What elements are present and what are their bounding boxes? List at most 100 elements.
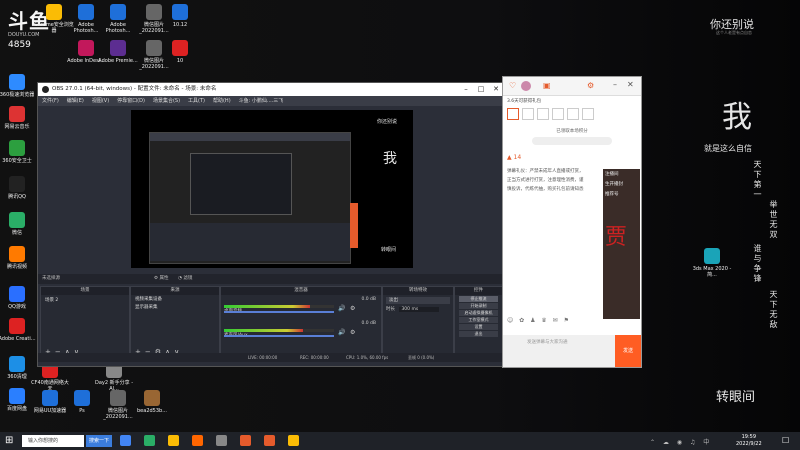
desktop-icon-left-5[interactable]: 腾讯视频	[0, 246, 37, 270]
browser-icon[interactable]	[168, 435, 179, 446]
control-button[interactable]: 停止推流	[459, 296, 498, 302]
speaker-icon[interactable]: 🔊	[338, 329, 345, 336]
desktop-icon-bottom-5[interactable]: bea2d53b...	[132, 390, 172, 414]
favorite-icon[interactable]: ♡	[509, 81, 516, 90]
douyu-client-icon[interactable]	[264, 435, 275, 446]
wechat-icon[interactable]	[144, 435, 155, 446]
search-button[interactable]: 搜索一下	[86, 435, 112, 447]
control-button[interactable]: 设置	[459, 324, 498, 330]
settings-icon[interactable]: ⚙	[587, 81, 594, 90]
properties-button[interactable]: ⚙ 属性	[154, 274, 168, 284]
menu-item[interactable]: 斗鱼: 小鹏仙....三飞	[239, 98, 284, 104]
desktop-icon-row2-1[interactable]: Adobe Premie...	[98, 40, 138, 64]
start-button[interactable]: ⊞	[5, 435, 13, 446]
control-button[interactable]: 启动虚拟摄像机	[459, 310, 498, 316]
obs-icon[interactable]	[216, 435, 227, 446]
transition-select[interactable]: 淡出	[386, 297, 450, 304]
gear-icon[interactable]: ⚙	[350, 329, 355, 336]
menu-item[interactable]: 编辑(E)	[67, 98, 84, 104]
obs-logo-icon	[42, 86, 49, 93]
preview-wallpaper-title: 你还别说	[377, 119, 398, 125]
notification-icon[interactable]: ☐	[782, 436, 789, 445]
obs-preview[interactable]: 你还别说 我 转眼间	[131, 110, 413, 268]
icon-label: 10.12	[172, 22, 188, 28]
3ds-max-icon	[704, 248, 720, 264]
volume-meter	[224, 329, 334, 332]
control-button[interactable]: 退出	[459, 331, 498, 337]
douyu-close-button[interactable]: ✕	[627, 80, 634, 89]
mixer-dock: 混音器 桌面音频0.0 dB🔊⚙麦克风/Aux0.0 dB🔊⚙	[220, 286, 382, 358]
gear-icon[interactable]: ⚙	[350, 305, 355, 312]
app-icon	[110, 40, 126, 56]
search-input[interactable]: 输入你想搜的	[28, 438, 58, 444]
douyu-live-window[interactable]: ♡ ▣ ⚙ – ✕ 3.6天可获得礼包 已领取本场积分 ▲ 14 弹幕礼仪：严禁…	[502, 76, 642, 368]
icon-label: Adobe Photosh...	[105, 22, 131, 34]
transitions-dock: 转场特效 淡出 时长 300 ms	[382, 286, 454, 358]
close-button[interactable]: ✕	[489, 83, 503, 96]
desktop-icon-left-0[interactable]: 360极速浏览器	[0, 74, 37, 98]
menu-item[interactable]: 视图(V)	[92, 98, 109, 104]
cpu-status: CPU: 1.0%, 60.00 fps	[346, 355, 389, 360]
scene-item[interactable]: 场景 2	[41, 295, 129, 305]
desktop-icon-left-3[interactable]: 腾讯QQ	[0, 176, 37, 200]
chat-input[interactable]: 发送弹幕与大家沟通	[503, 335, 615, 367]
volume-slider[interactable]	[224, 335, 334, 337]
app-icon	[9, 318, 25, 334]
gift-icon[interactable]: ▣	[543, 81, 551, 90]
app-icon	[78, 40, 94, 56]
icon-label: 10	[176, 58, 184, 64]
douyu-icon[interactable]	[240, 435, 251, 446]
taskbar-search[interactable]: 输入你想搜的	[22, 435, 84, 447]
desktop-icon-row2-3[interactable]: 10	[160, 40, 200, 64]
app-icon[interactable]	[192, 435, 203, 446]
app-icon	[9, 140, 25, 156]
menu-item[interactable]: 工具(T)	[188, 98, 205, 104]
maximize-button[interactable]: □	[474, 83, 488, 96]
clock[interactable]: 19:59 2022/9/22	[736, 434, 762, 448]
controls-dock: 控件 停止推流 开始录制 启动虚拟摄像机 工作室模式 设置 退出	[454, 286, 503, 358]
obs-window[interactable]: OBS 27.0.1 (64-bit, windows) - 配置文件: 未命名…	[37, 82, 504, 367]
preview-wallpaper-bottom: 转眼间	[381, 247, 397, 253]
menu-item[interactable]: 文件(F)	[42, 98, 59, 104]
desktop-icon-row1-4[interactable]: 10.12	[160, 4, 200, 28]
chrome-alt-icon[interactable]	[288, 435, 299, 446]
duration-input[interactable]: 300 ms	[399, 307, 440, 312]
douyu-minimize-button[interactable]: –	[613, 80, 617, 89]
app-icon	[144, 390, 160, 406]
menu-item[interactable]: 停靠窗口(D)	[117, 98, 145, 104]
volume-slider[interactable]	[224, 311, 334, 313]
source-item[interactable]: 显示器采集	[131, 303, 219, 311]
chrome-icon[interactable]	[120, 435, 131, 446]
douyu-header: ♡ ▣ ⚙ – ✕	[503, 77, 641, 96]
desktop-icon-left-2[interactable]: 360安全卫士	[0, 140, 37, 164]
desktop-icon-row1-2[interactable]: Adobe Photosh...	[98, 4, 138, 34]
speaker-icon[interactable]: 🔊	[338, 305, 345, 312]
source-toolbar: 未选择源 ⚙ 属性 ◔ 滤镜	[38, 274, 503, 284]
icon-label: 360安全卫士	[2, 158, 32, 164]
obs-titlebar[interactable]: OBS 27.0.1 (64-bit, windows) - 配置文件: 未命名…	[38, 83, 503, 96]
desktop-icon-left-4[interactable]: 微信	[0, 212, 37, 236]
desktop-icon-left-1[interactable]: 网易云音乐	[0, 106, 37, 130]
wallpaper-bottom-text: 转眼间	[716, 390, 756, 405]
dropped-frames: 丢帧 0 (0.0%)	[408, 355, 435, 360]
side-text: 推荐号	[605, 192, 619, 197]
send-button[interactable]: 发送	[615, 335, 641, 367]
source-item[interactable]: 视频采集设备	[131, 295, 219, 303]
desktop-icon-left-7[interactable]: Adobe Creati...	[0, 318, 37, 342]
control-button[interactable]: 开始录制	[459, 303, 498, 309]
desktop-icon-left-6[interactable]: QQ游戏	[0, 286, 37, 310]
avatar[interactable]	[521, 81, 531, 91]
filters-button[interactable]: ◔ 滤镜	[178, 274, 192, 284]
desktop-icon-3ds-max[interactable]: 3ds Max 2020 - 简...	[692, 248, 732, 278]
control-button[interactable]: 工作室模式	[459, 317, 498, 323]
desktop-icon-bottom-3[interactable]: Ps	[62, 390, 102, 414]
wallpaper-tagline: 就是这么自信	[704, 144, 752, 153]
menu-item[interactable]: 场景集合(S)	[153, 98, 180, 104]
minimize-button[interactable]: –	[459, 83, 473, 96]
gift-progress-bar[interactable]	[532, 137, 612, 145]
menu-item[interactable]: 帮助(H)	[213, 98, 231, 104]
streamer-video[interactable]: 注播间 生开播封 推荐号 贾	[603, 169, 640, 319]
app-icon	[42, 390, 58, 406]
mixer-channel: 麦克风/Aux0.0 dB🔊⚙	[224, 321, 378, 343]
app-icon	[9, 246, 25, 262]
